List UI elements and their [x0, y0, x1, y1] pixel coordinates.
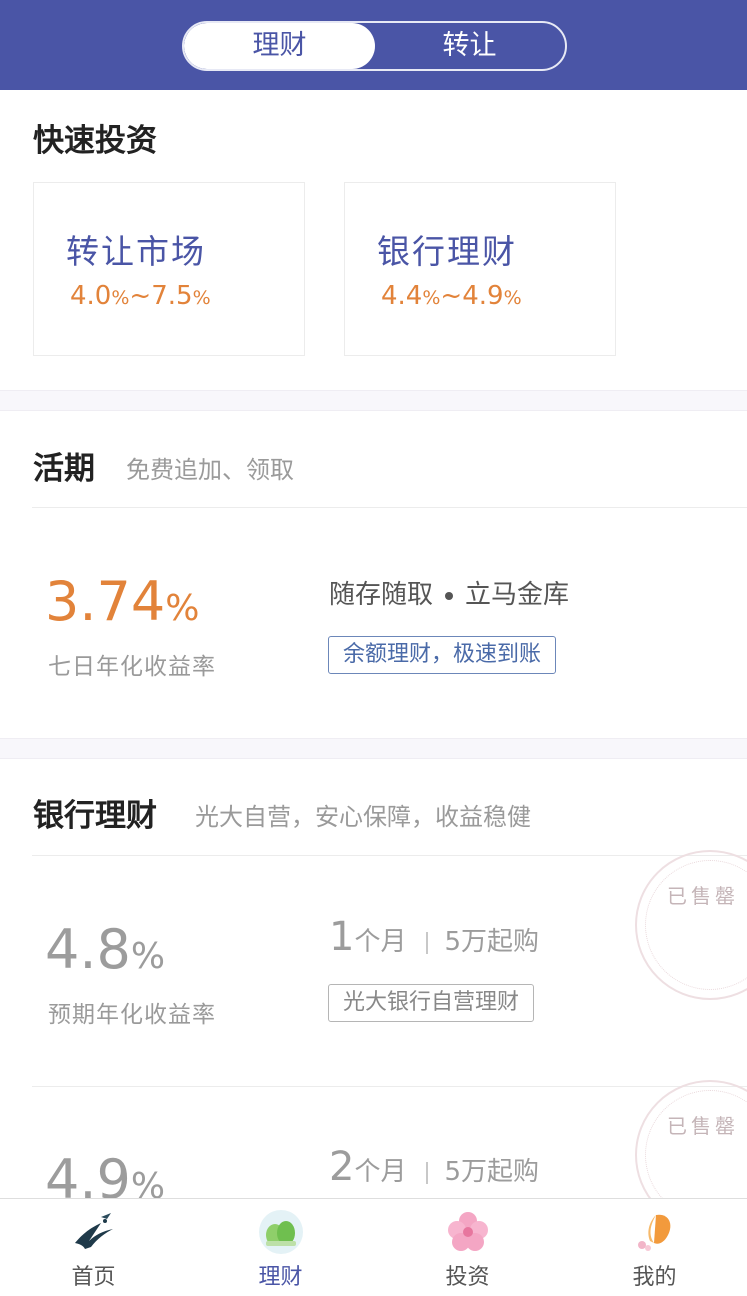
bank-subtitle: 光大自营，安心保障，收益稳健 — [195, 803, 531, 831]
demand-subtitle: 免费追加、领取 — [126, 456, 294, 484]
nav-item-home[interactable]: 首页 — [0, 1199, 187, 1296]
flower-icon — [448, 1212, 488, 1251]
nav-item-licai[interactable]: 理财 — [187, 1199, 374, 1296]
bank-title: 银行理财 — [33, 798, 157, 834]
demand-rate: 3.74% — [45, 570, 200, 633]
product-rate-label: 预期年化收益率 — [48, 1002, 216, 1028]
product-rate: 4.8% — [45, 918, 166, 981]
butterfly-icon — [638, 1214, 671, 1251]
quick-card-rate: 4.4%~4.9% — [381, 281, 522, 311]
quick-card-transfer-market[interactable]: 转让市场 4.0%~7.5% — [33, 182, 305, 356]
dot-separator — [445, 591, 454, 600]
product-tag: 光大银行自营理财 — [328, 984, 535, 1022]
divider — [32, 855, 747, 856]
section-gap — [0, 738, 747, 759]
nav-label: 理财 — [258, 1265, 303, 1290]
tab-zhuanrang[interactable]: 转让 — [374, 23, 565, 69]
nav-label: 我的 — [632, 1265, 677, 1290]
quick-card-title: 转让市场 — [66, 232, 206, 271]
nav-label: 投资 — [445, 1265, 490, 1290]
quick-invest-title: 快速投资 — [33, 123, 157, 159]
demand-title: 活期 — [33, 451, 95, 487]
header-bar: 理财 转让 — [0, 0, 747, 90]
tab-licai[interactable]: 理财 — [184, 23, 375, 69]
bottom-nav: 首页 理财 投资 我的 — [0, 1198, 747, 1296]
divider — [32, 1086, 747, 1087]
sold-out-stamp: 已售罄 — [635, 850, 747, 1000]
demand-tag: 余额理财，极速到账 — [328, 636, 557, 674]
quick-card-rate: 4.0%~7.5% — [70, 281, 211, 311]
demand-rate-label: 七日年化收益率 — [48, 654, 216, 680]
quick-card-title: 银行理财 — [377, 232, 517, 271]
demand-description: 随存随取 立马金库 — [329, 580, 570, 610]
section-gap — [0, 390, 747, 411]
segmented-control: 理财 转让 — [182, 21, 567, 71]
plant-icon — [259, 1210, 303, 1254]
nav-label: 首页 — [71, 1265, 116, 1290]
stamp-label: 已售罄 — [667, 884, 739, 908]
nav-item-invest[interactable]: 投资 — [374, 1199, 561, 1296]
divider — [32, 507, 747, 508]
product-term: 2个月 5万起购 — [329, 1144, 540, 1190]
quick-card-bank-finance[interactable]: 银行理财 4.4%~4.9% — [344, 182, 616, 356]
swallow-icon — [75, 1213, 113, 1249]
nav-item-mine[interactable]: 我的 — [561, 1199, 747, 1296]
screen: 理财 转让 快速投资 转让市场 4.0%~7.5% 银行理财 4.4%~4.9%… — [0, 0, 747, 1296]
stamp-label: 已售罄 — [667, 1114, 739, 1138]
product-term: 1个月 5万起购 — [329, 914, 540, 960]
